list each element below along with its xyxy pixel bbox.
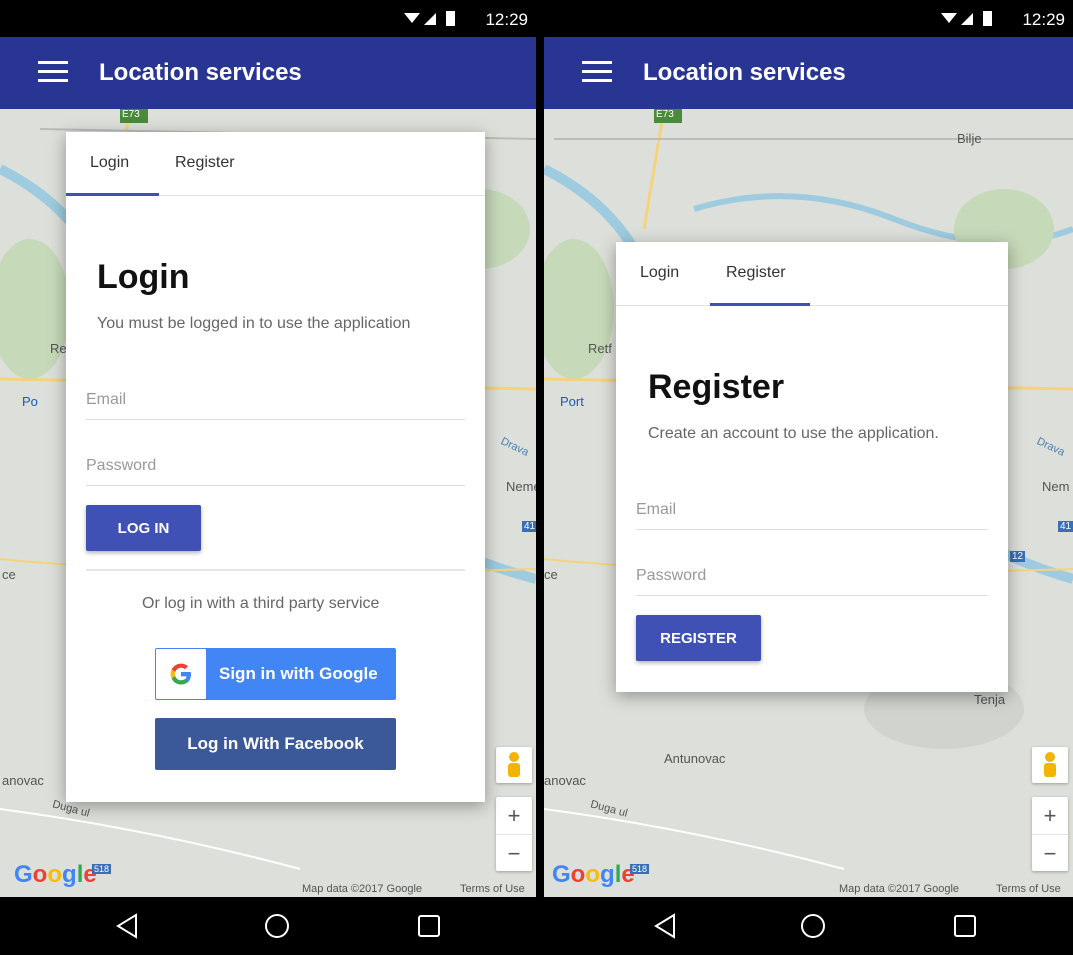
login-dialog: Login Register Login You must be logged …: [66, 132, 485, 802]
email-field[interactable]: [86, 385, 465, 420]
map-data-text: Map data ©2017 Google: [839, 883, 960, 895]
register-button[interactable]: REGISTER: [636, 615, 761, 661]
facebook-login-button[interactable]: Log in With Facebook: [155, 718, 396, 770]
map-label: Bilje: [957, 131, 982, 146]
login-button[interactable]: LOG IN: [86, 505, 201, 551]
recents-icon[interactable]: [416, 913, 442, 944]
zoom-controls: + −: [1032, 797, 1068, 871]
map-label: Port: [560, 394, 584, 409]
google-logo: Google: [14, 861, 97, 888]
map-label: 12: [1010, 551, 1026, 562]
terms-of-use-link[interactable]: Terms of Use: [996, 883, 1061, 895]
map-label: Re: [50, 341, 67, 356]
android-nav-bar: [544, 897, 1073, 955]
google-badge: 518: [92, 864, 112, 874]
zoom-in-button[interactable]: +: [1032, 797, 1068, 835]
battery-icon: [446, 11, 455, 26]
google-signin-label: Sign in with Google: [219, 664, 378, 683]
google-logo: Google: [552, 861, 635, 888]
status-icons: [941, 11, 1001, 34]
zoom-in-button[interactable]: +: [496, 797, 532, 835]
status-time: 12:29: [1022, 10, 1065, 29]
map-label: Neme: [506, 479, 536, 494]
password-input[interactable]: [86, 451, 465, 481]
home-icon[interactable]: [800, 913, 826, 944]
wifi-icon: [941, 13, 957, 23]
map-label: Antunovac: [664, 751, 726, 766]
divider: [86, 569, 465, 571]
road-sign: E73: [656, 109, 674, 120]
signal-icon: [961, 13, 973, 25]
app-title: Location services: [99, 59, 302, 86]
password-input[interactable]: [636, 561, 988, 591]
password-field[interactable]: [636, 561, 988, 596]
dialog-title: Login: [97, 258, 190, 296]
third-party-text: Or log in with a third party service: [142, 595, 380, 612]
dialog-title: Register: [648, 368, 785, 406]
zoom-out-button[interactable]: −: [1032, 835, 1068, 872]
dialog-tabs: Login Register: [616, 242, 1008, 306]
menu-icon[interactable]: [38, 61, 68, 85]
status-bar: 12:29: [0, 0, 536, 37]
home-icon[interactable]: [264, 913, 290, 944]
map-label: anovac: [2, 773, 44, 788]
map-data-text: Map data ©2017 Google: [302, 883, 423, 895]
google-badge: 518: [630, 864, 650, 874]
tab-login[interactable]: Login: [640, 264, 679, 282]
street-view-pegman-icon[interactable]: [496, 747, 532, 783]
active-tab-indicator: [710, 303, 810, 306]
tab-register[interactable]: Register: [175, 154, 235, 172]
tab-login[interactable]: Login: [90, 154, 129, 172]
back-icon[interactable]: [114, 913, 140, 944]
terms-of-use-link[interactable]: Terms of Use: [460, 883, 525, 895]
email-input[interactable]: [86, 385, 465, 415]
map-label: anovac: [544, 773, 586, 788]
back-icon[interactable]: [652, 913, 678, 944]
map-label: 41: [1058, 521, 1073, 532]
google-g-icon: [156, 649, 206, 699]
map-label: Tenja: [974, 692, 1006, 707]
email-input[interactable]: [636, 495, 988, 525]
app-bar: Location services: [544, 37, 1073, 109]
signal-icon: [424, 13, 436, 25]
road-sign: E73: [122, 109, 140, 120]
recents-icon[interactable]: [952, 913, 978, 944]
tab-register[interactable]: Register: [726, 264, 786, 282]
wifi-icon: [404, 13, 420, 23]
android-nav-bar: [0, 897, 536, 955]
password-field[interactable]: [86, 451, 465, 486]
map-label: ce: [544, 567, 558, 582]
status-bar: 12:29: [544, 0, 1073, 37]
battery-icon: [983, 11, 992, 26]
zoom-controls: + −: [496, 797, 532, 871]
map-label: ce: [2, 567, 16, 582]
email-field[interactable]: [636, 495, 988, 530]
status-time: 12:29: [485, 10, 528, 29]
dialog-subtitle: Create an account to use the application…: [648, 425, 939, 442]
status-icons: [404, 11, 464, 34]
app-title: Location services: [643, 59, 846, 86]
app-bar: Location services: [0, 37, 536, 109]
dialog-subtitle: You must be logged in to use the applica…: [97, 315, 411, 332]
register-dialog: Login Register Register Create an accoun…: [616, 242, 1008, 692]
street-view-pegman-icon[interactable]: [1032, 747, 1068, 783]
map-label: Nem: [1042, 479, 1070, 494]
dialog-tabs: Login Register: [66, 132, 485, 196]
map-label: 41: [522, 521, 536, 532]
map-label: Po: [22, 394, 38, 409]
phone-screen-register: 12:29 Location services E73 Bilje Retf P…: [544, 0, 1073, 955]
zoom-out-button[interactable]: −: [496, 835, 532, 872]
google-signin-button[interactable]: Sign in with Google: [155, 648, 396, 700]
phone-screen-login: 12:29 Location services E73 Re Po Neme 4…: [0, 0, 536, 955]
menu-icon[interactable]: [582, 61, 612, 85]
map-label: Retf: [588, 341, 612, 356]
active-tab-indicator: [66, 193, 159, 196]
